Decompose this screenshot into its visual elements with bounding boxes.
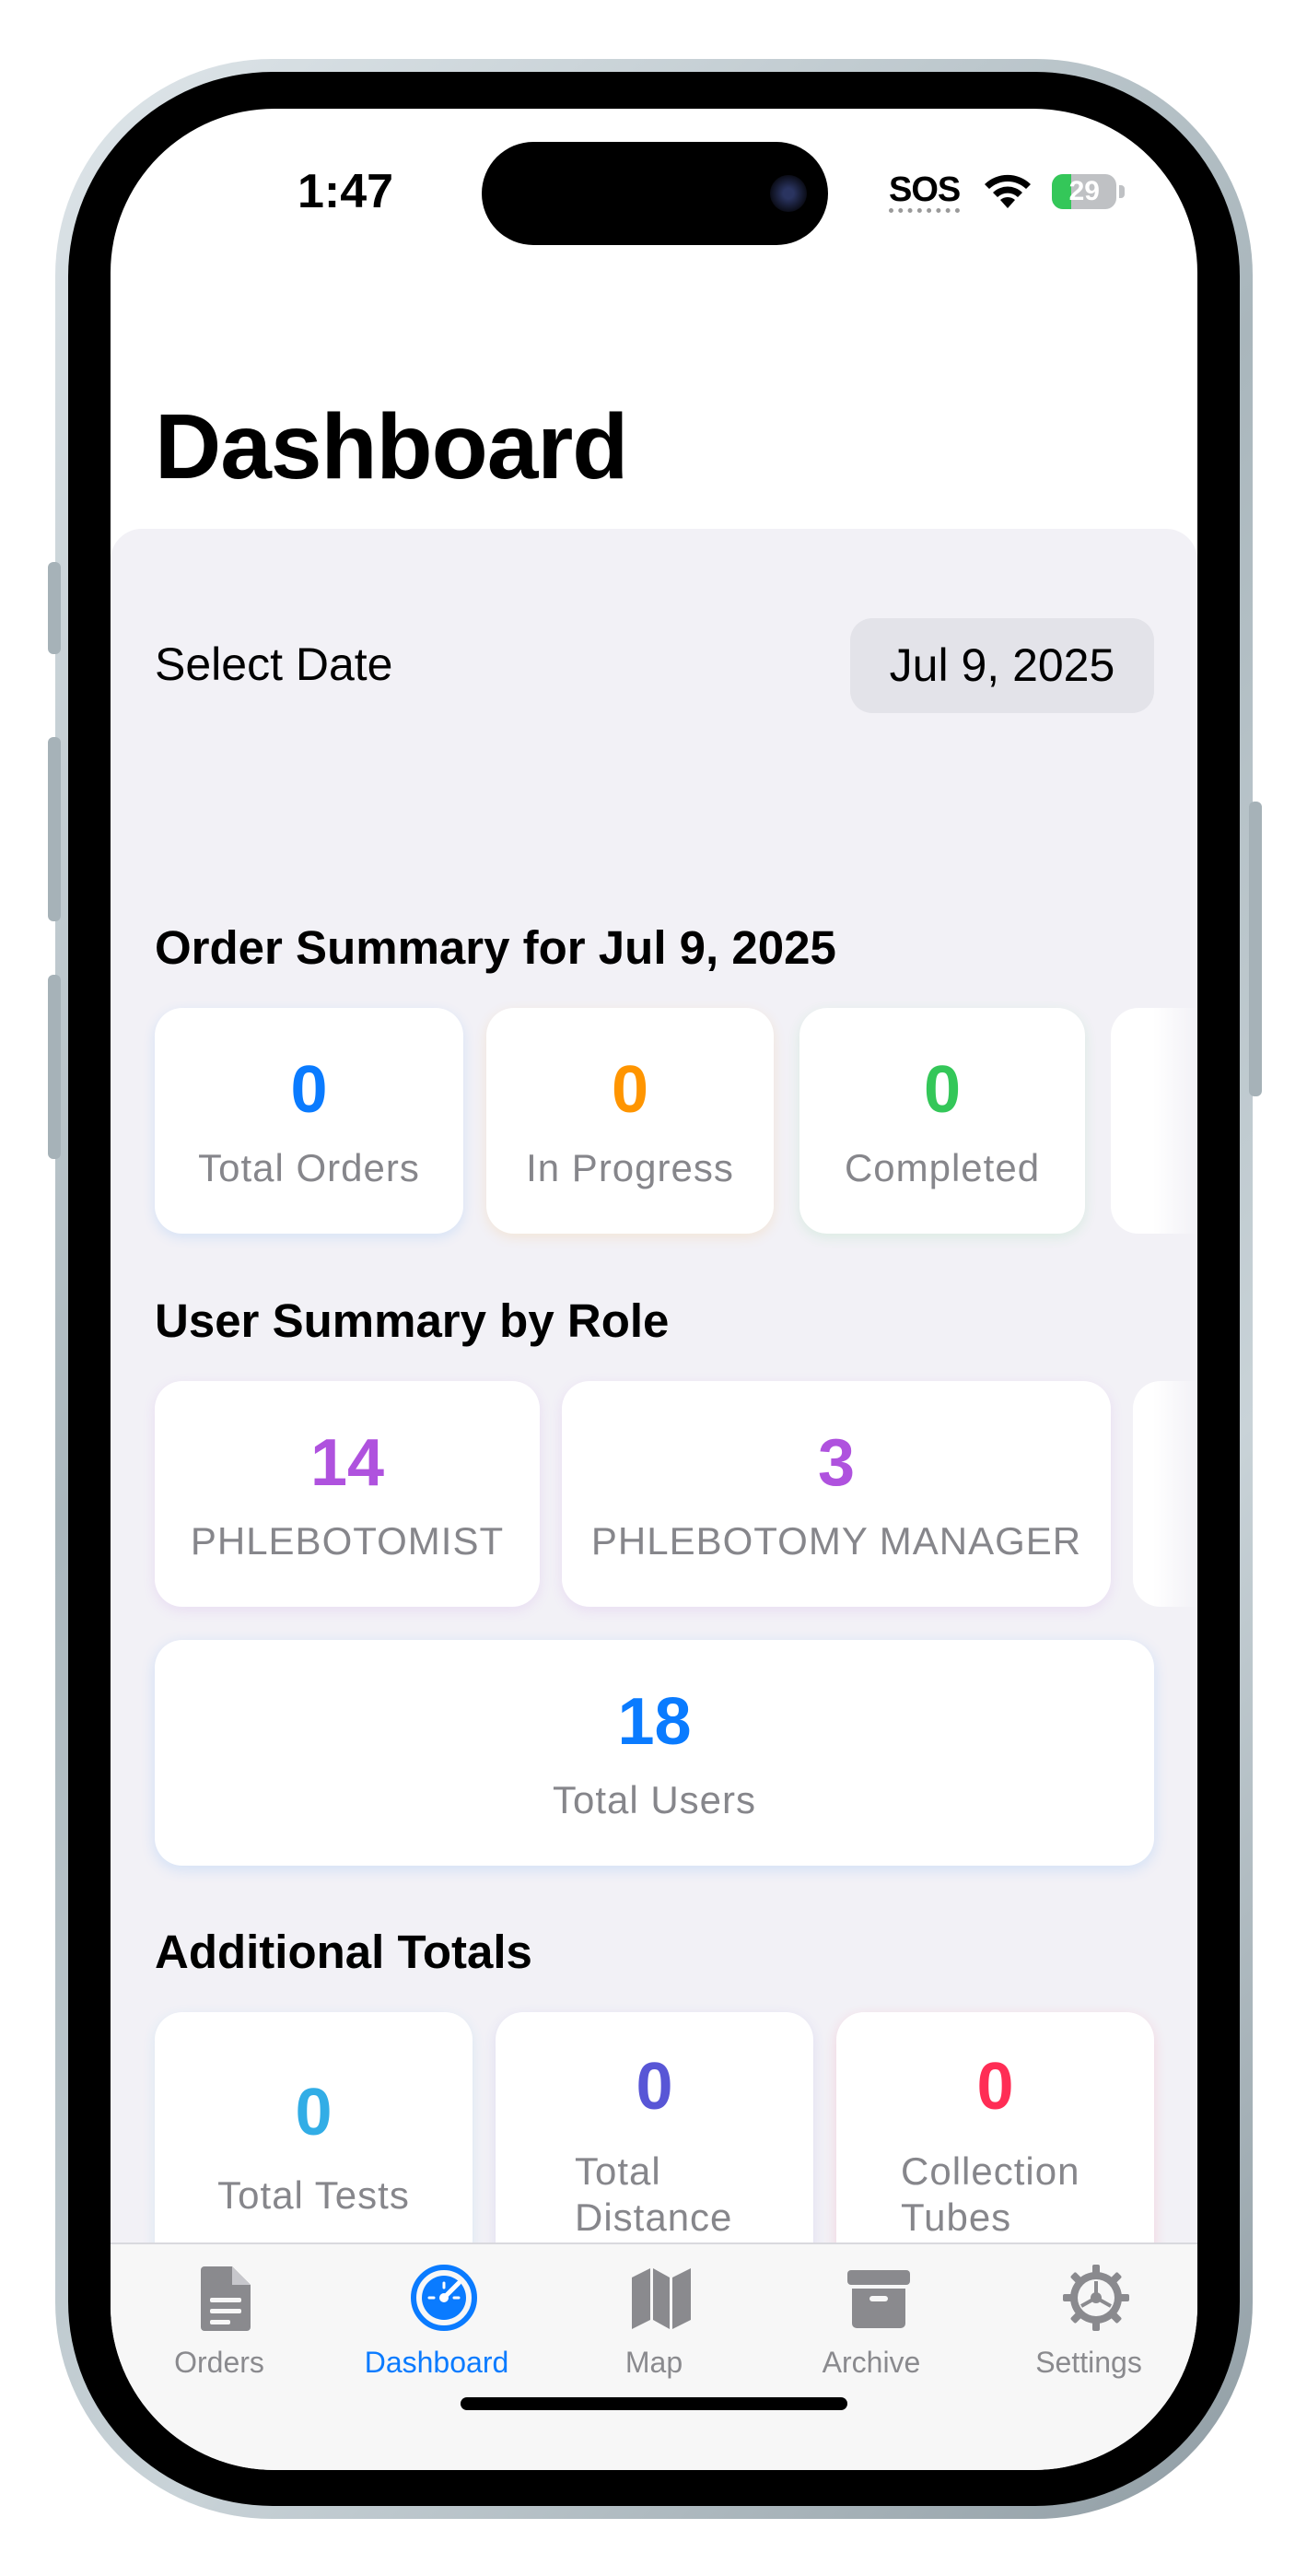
date-picker-button[interactable]: Jul 9, 2025	[850, 618, 1154, 713]
role-card-value: 3	[817, 1426, 856, 1500]
order-card-label: Completed	[844, 1146, 1041, 1189]
volume-up-button	[48, 737, 61, 921]
collection-tubes-label: Collection Tubes	[901, 2149, 1080, 2239]
collection-tubes-value: 0	[976, 2050, 1014, 2124]
action-button	[48, 562, 61, 654]
front-camera-icon	[770, 175, 807, 212]
additional-totals-title: Additional Totals	[155, 1926, 532, 1978]
screen: 1:47 SOS 29 Dashboard Select Date Jul 9,…	[111, 109, 1197, 2470]
status-time: 1:47	[297, 165, 394, 218]
user-summary-title: User Summary by Role	[155, 1294, 670, 1347]
tab-archive[interactable]: Archive	[763, 2244, 980, 2383]
scroll-edge	[1153, 1008, 1197, 1234]
document-icon	[201, 2266, 251, 2331]
tab-map[interactable]: Map	[545, 2244, 763, 2383]
sos-indicator: SOS	[889, 171, 961, 213]
page-title: Dashboard	[155, 395, 628, 498]
archive-box-icon	[847, 2270, 910, 2328]
speedometer-icon	[411, 2265, 477, 2331]
total-users-value: 18	[617, 1685, 692, 1759]
battery-percent: 29	[1068, 176, 1100, 206]
tab-bar: Orders Dashboard Map Archive Settings	[111, 2242, 1197, 2470]
order-card-completed: 0 Completed	[799, 1008, 1085, 1234]
tab-label: Archive	[822, 2346, 921, 2379]
date-selector-row: Select Date Jul 9, 2025	[155, 529, 1154, 713]
order-summary-title: Order Summary for Jul 9, 2025	[155, 921, 836, 974]
gear-icon	[1063, 2265, 1129, 2331]
order-card-value: 0	[290, 1053, 328, 1127]
tab-label: Dashboard	[364, 2346, 509, 2379]
tab-settings[interactable]: Settings	[980, 2244, 1197, 2383]
role-card-label: PHLEBOTOMY MANAGER	[590, 1519, 1082, 1563]
wifi-icon	[985, 174, 1032, 208]
tab-orders[interactable]: Orders	[111, 2244, 328, 2383]
dynamic-island	[482, 142, 828, 245]
scroll-edge	[1153, 1381, 1197, 1607]
order-card-label: In Progress	[526, 1146, 734, 1189]
role-card-label: PHLEBOTOMIST	[190, 1519, 505, 1563]
tab-dashboard[interactable]: Dashboard	[328, 2244, 545, 2383]
total-distance-card: 0 Total Distance	[496, 2012, 813, 2242]
total-distance-value: 0	[636, 2050, 673, 2124]
tab-label: Settings	[1035, 2346, 1142, 2379]
dashboard-content[interactable]: Select Date Jul 9, 2025 Order Summary fo…	[111, 529, 1197, 2242]
battery-icon: 29	[1052, 174, 1117, 209]
power-button	[1249, 802, 1262, 1096]
order-card-label: Total Orders	[198, 1146, 420, 1189]
role-card-phlebotomist: 14 PHLEBOTOMIST	[155, 1381, 540, 1607]
status-indicators: SOS 29	[889, 164, 1126, 219]
volume-down-button	[48, 975, 61, 1159]
tab-label: Map	[624, 2346, 683, 2379]
total-users-label: Total Users	[552, 1778, 757, 1821]
order-card-in-progress: 0 In Progress	[486, 1008, 774, 1234]
order-card-value: 0	[611, 1053, 649, 1127]
total-tests-label: Total Tests	[217, 2173, 410, 2217]
select-date-label: Select Date	[155, 638, 393, 690]
total-tests-card: 0 Total Tests	[155, 2012, 473, 2242]
collection-tubes-card: 0 Collection Tubes	[836, 2012, 1154, 2242]
total-users-card: 18 Total Users	[155, 1640, 1154, 1866]
tab-label: Orders	[174, 2346, 264, 2379]
map-icon	[632, 2268, 691, 2329]
order-card-value: 0	[923, 1053, 962, 1127]
battery-nub	[1119, 185, 1126, 198]
role-card-phlebotomy-manager: 3 PHLEBOTOMY MANAGER	[562, 1381, 1111, 1607]
order-card-total-orders: 0 Total Orders	[155, 1008, 463, 1234]
total-tests-value: 0	[295, 2076, 333, 2149]
total-distance-label: Total Distance	[575, 2149, 733, 2239]
home-indicator	[461, 2397, 847, 2410]
role-card-value: 14	[309, 1426, 385, 1500]
